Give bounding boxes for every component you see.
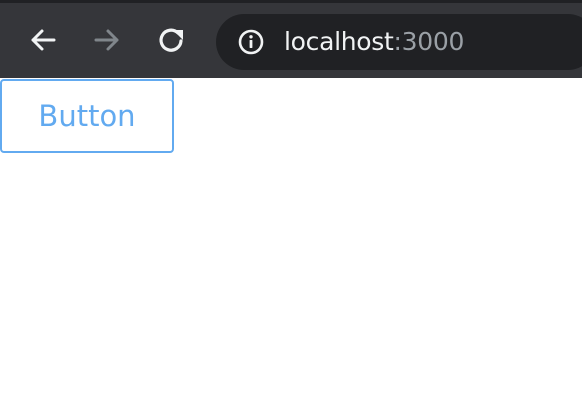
back-button[interactable] — [26, 23, 60, 57]
info-icon[interactable] — [238, 29, 264, 55]
forward-button[interactable] — [90, 23, 124, 57]
reload-button[interactable] — [155, 23, 189, 57]
arrow-left-icon — [31, 29, 56, 51]
url-text[interactable]: localhost:3000 — [284, 26, 464, 58]
arrow-right-icon — [94, 29, 119, 51]
url-host: localhost — [284, 27, 394, 56]
address-bar[interactable]: localhost:3000 — [216, 14, 582, 70]
reload-icon — [159, 28, 183, 52]
primary-button[interactable]: Button — [0, 79, 174, 153]
browser-toolbar: localhost:3000 — [0, 0, 582, 78]
url-port: :3000 — [393, 27, 465, 56]
page-content: Button — [0, 78, 582, 410]
